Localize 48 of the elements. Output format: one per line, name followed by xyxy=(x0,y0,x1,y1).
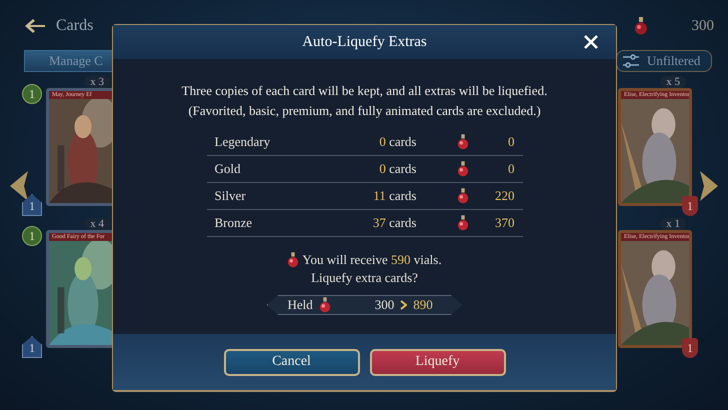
cost-badge: 1 xyxy=(22,226,42,246)
summary-text: You will receive 590 vials. xyxy=(302,251,442,269)
gem-badge: 1 xyxy=(22,336,42,358)
card-count-tag: x 4 xyxy=(84,218,110,230)
description-text: Three copies of each card will be kept, and all extras will be liquefied. xyxy=(182,82,548,100)
card-count: 0 cards xyxy=(378,134,416,150)
card-count: 37 cards xyxy=(372,215,416,231)
rarity-badge: 1 xyxy=(682,338,698,358)
vial-amount: 0 xyxy=(507,134,516,150)
description-text: (Favorited, basic, premium, and fully animated cards are excluded.) xyxy=(188,102,541,120)
card-count: 11 cards xyxy=(372,188,416,204)
filter-icon xyxy=(623,54,639,68)
card-count-tag: x 5 xyxy=(660,76,686,88)
cancel-button[interactable]: Cancel xyxy=(224,348,360,376)
vial-amount: 0 xyxy=(507,161,516,177)
rarity-label: Legendary xyxy=(214,134,272,150)
rarity-label: Bronze xyxy=(214,215,254,231)
cost-badge: 1 xyxy=(22,84,42,104)
previous-arrow-icon[interactable] xyxy=(8,170,30,202)
held-to: 890 xyxy=(413,297,433,313)
vial-icon xyxy=(456,134,468,150)
card-count-tag: x 1 xyxy=(660,218,686,230)
vial-icon xyxy=(456,161,468,177)
card-count-tag: x 3 xyxy=(84,76,110,88)
question-text: Liquefy extra cards? xyxy=(311,269,418,287)
dialog-title: Auto-Liquefy Extras xyxy=(302,34,427,50)
rarity-label: Gold xyxy=(214,161,242,177)
next-arrow-icon[interactable] xyxy=(698,170,720,202)
chevron-icon xyxy=(400,300,408,310)
back-arrow-icon[interactable] xyxy=(24,18,46,34)
vial-icon xyxy=(318,297,331,313)
vial-amount: 370 xyxy=(494,215,516,231)
vial-amount: 220 xyxy=(494,188,516,204)
vial-icon xyxy=(634,17,648,35)
liquefy-button[interactable]: Liquefy xyxy=(370,348,506,376)
vial-count: 300 xyxy=(692,18,714,34)
close-icon[interactable] xyxy=(584,35,598,49)
held-from: 300 xyxy=(374,297,394,313)
rarity-label: Silver xyxy=(214,188,247,204)
card-count: 0 cards xyxy=(378,161,416,177)
vial-icon xyxy=(456,188,468,204)
gem-badge: 1 xyxy=(22,194,42,216)
held-label: Held xyxy=(288,297,313,313)
vial-icon xyxy=(287,252,300,268)
vial-icon xyxy=(456,215,468,231)
rarity-badge: 1 xyxy=(682,196,698,216)
screen-title: Cards xyxy=(56,17,94,35)
filter-button[interactable]: Unfiltered xyxy=(616,50,712,72)
